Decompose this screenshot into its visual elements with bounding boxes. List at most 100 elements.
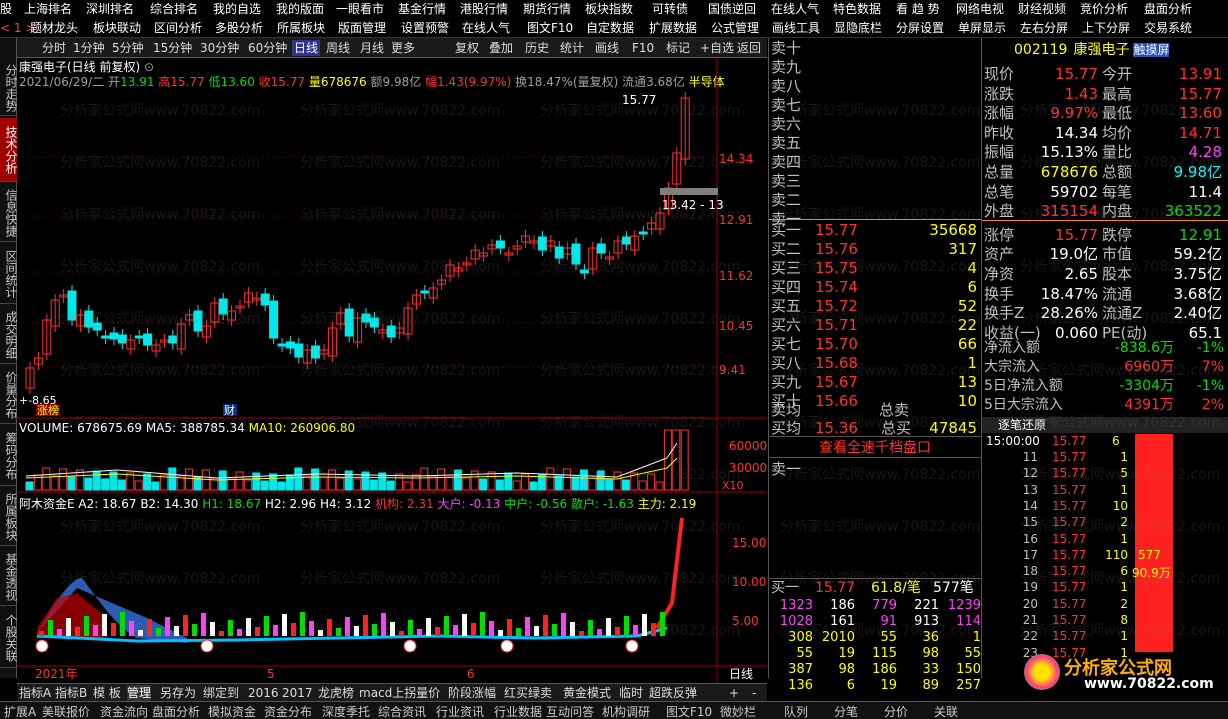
menu-item2-10[interactable]: 扩展数据	[649, 19, 697, 37]
tab-10[interactable]: 阶段涨幅	[448, 685, 496, 701]
toolbar-12[interactable]: 历史	[525, 40, 549, 56]
menu-item-18[interactable]: 盘面分析	[1144, 0, 1192, 18]
buy-level-2[interactable]: 买三 15.75 4	[771, 258, 981, 278]
menu-item-2[interactable]: 综合排名	[150, 0, 198, 18]
sell-level-0[interactable]: 卖十	[771, 38, 801, 58]
bottom-tab-10[interactable]: 互动问答	[546, 703, 594, 719]
bottom-tab-9[interactable]: 行业数据	[494, 703, 542, 719]
add-icon[interactable]: +	[729, 685, 739, 701]
bottom-tab-1[interactable]: 美联报价	[42, 703, 90, 719]
tab-9[interactable]: macd上拐量价	[359, 685, 440, 701]
sell-level-7[interactable]: 卖三	[771, 171, 801, 191]
menu-item-14[interactable]: 看 趋 势	[896, 0, 940, 18]
menu-item2-8[interactable]: 图文F10	[527, 19, 573, 37]
buy-level-6[interactable]: 买七 15.70 66	[771, 334, 981, 354]
bottom-tab-6[interactable]: 深度季托	[322, 703, 370, 719]
menu-item-16[interactable]: 财经视频	[1018, 0, 1066, 18]
sidebar-item-4[interactable]: 成交明细	[0, 306, 18, 364]
toolbar-15[interactable]: F10	[632, 40, 654, 56]
menu-item-8[interactable]: 期货行情	[523, 0, 571, 18]
tab-0[interactable]: 指标A	[19, 685, 51, 701]
menu-item2-17[interactable]: 上下分屏	[1082, 19, 1130, 37]
menu-item2-9[interactable]: 自定数据	[586, 19, 634, 37]
sell-level-3[interactable]: 卖七	[771, 95, 801, 115]
tab-6[interactable]: 2016	[248, 685, 279, 701]
bottom-tab-5[interactable]: 资金分布	[264, 703, 312, 719]
sell-level-8[interactable]: 卖二	[771, 190, 801, 210]
menu-item2-3[interactable]: 多股分析	[215, 19, 263, 37]
tab-5[interactable]: 绑定到	[203, 685, 239, 701]
menu-item-1[interactable]: 深圳排名	[86, 0, 134, 18]
menu-item-12[interactable]: 在线人气	[771, 0, 819, 18]
tab-2[interactable]: 模 板	[93, 685, 121, 701]
menu-item2-6[interactable]: 设置预警	[401, 19, 449, 37]
bottom-tab-12[interactable]: 图文F10	[666, 703, 712, 719]
sell-level-5[interactable]: 卖五	[771, 133, 801, 153]
bottom-tab-4[interactable]: 模拟资金	[208, 703, 256, 719]
toolbar-14[interactable]: 画线	[595, 40, 619, 56]
tab-13[interactable]: 临时	[619, 685, 643, 701]
bottom-right-tab-1[interactable]: 分笔	[834, 703, 858, 719]
menu-item2-12[interactable]: 画线工具	[772, 19, 820, 37]
sidebar-item-1[interactable]: 技术分析	[0, 118, 18, 182]
menu-item2-18[interactable]: 交易系统	[1144, 19, 1192, 37]
buy-level-3[interactable]: 买四 15.74 6	[771, 277, 981, 297]
tab-8[interactable]: 龙虎榜	[318, 685, 354, 701]
toolbar-17[interactable]: +自选	[700, 40, 734, 56]
toolbar-8[interactable]: 月线	[360, 40, 384, 56]
toolbar-5[interactable]: 60分钟	[248, 40, 287, 56]
bottom-tab-0[interactable]: 扩展A	[4, 703, 36, 719]
buy-level-8[interactable]: 买九 15.67 13	[771, 372, 981, 392]
tab-11[interactable]: 红买绿卖	[504, 685, 552, 701]
indicator-name[interactable]: 阿木资金E	[19, 497, 75, 511]
menu-item-4[interactable]: 我的版面	[276, 0, 324, 18]
tab-7[interactable]: 2017	[282, 685, 313, 701]
menu-item2-2[interactable]: 区间分析	[154, 19, 202, 37]
tab-14[interactable]: 超跌反弹	[649, 685, 697, 701]
toolbar-13[interactable]: 统计	[560, 40, 584, 56]
buy-level-7[interactable]: 买八 15.68 1	[771, 353, 981, 373]
tab-12[interactable]: 黄金模式	[563, 685, 611, 701]
buy-level-0[interactable]: 买一 15.77 35668	[771, 220, 981, 240]
bottom-right-tab-2[interactable]: 分价	[884, 703, 908, 719]
toolbar-10[interactable]: 复权	[455, 40, 479, 56]
bottom-tab-3[interactable]: 盘面分析	[152, 703, 200, 719]
bottom-right-tab-3[interactable]: 关联	[934, 703, 958, 719]
sidebar-item-6[interactable]: 筹码分布	[0, 426, 18, 486]
buy-level-1[interactable]: 买二 15.76 317	[771, 239, 981, 259]
toolbar-7[interactable]: 周线	[326, 40, 350, 56]
bottom-tab-2[interactable]: 资金流向	[100, 703, 148, 719]
toolbar-18[interactable]: 返回	[737, 40, 761, 56]
menu-item-17[interactable]: 竞价分析	[1080, 0, 1128, 18]
menu-item2-15[interactable]: 单屏显示	[958, 19, 1006, 37]
toolbar-0[interactable]: 分时	[42, 40, 66, 56]
buy-level-5[interactable]: 买六 15.71 22	[771, 315, 981, 335]
kline-chart-area[interactable]: 康强电子(日线 前复权) ⊙ 2021/06/29/二 开13.91 高15.7…	[17, 58, 767, 683]
buy-level-9[interactable]: 买十 15.66 10	[771, 391, 981, 411]
toolbar-9[interactable]: 更多	[391, 40, 415, 56]
menu-item-10[interactable]: 可转债	[652, 0, 688, 18]
sidebar-item-7[interactable]: 所属板块	[0, 488, 18, 546]
bottom-right-tab-0[interactable]: 队列	[784, 703, 808, 719]
menu-item2-5[interactable]: 版面管理	[338, 19, 386, 37]
menu-item-5[interactable]: 一眼看市	[336, 0, 384, 18]
touch-screen-button[interactable]: 触摸屏	[1133, 43, 1170, 57]
toolbar-1[interactable]: 1分钟	[73, 40, 105, 56]
toolbar-2[interactable]: 5分钟	[112, 40, 144, 56]
sidebar-item-5[interactable]: 价量分布	[0, 366, 18, 424]
menu-item-15[interactable]: 网络电视	[956, 0, 1004, 18]
toolbar-4[interactable]: 30分钟	[200, 40, 239, 56]
bottom-tab-8[interactable]: 行业资讯	[436, 703, 484, 719]
tab-1[interactable]: 指标B	[55, 685, 87, 701]
menu-item-3[interactable]: 我的自选	[213, 0, 261, 18]
menu-item-6[interactable]: 基金行情	[398, 0, 446, 18]
menu-item2-1[interactable]: 板块联动	[93, 19, 141, 37]
menu-item2-0[interactable]: 题材龙头	[30, 19, 78, 37]
menu-item-7[interactable]: 港股行情	[460, 0, 508, 18]
tick-title[interactable]: 逐笔还原	[982, 417, 1228, 433]
sidebar-item-2[interactable]: 信息快捷	[0, 184, 18, 242]
menu-item2-14[interactable]: 分屏设置	[896, 19, 944, 37]
menu-item-0[interactable]: 上海排名	[24, 0, 72, 18]
sell-level-2[interactable]: 卖八	[771, 76, 801, 96]
bottom-tab-7[interactable]: 综合资讯	[378, 703, 426, 719]
